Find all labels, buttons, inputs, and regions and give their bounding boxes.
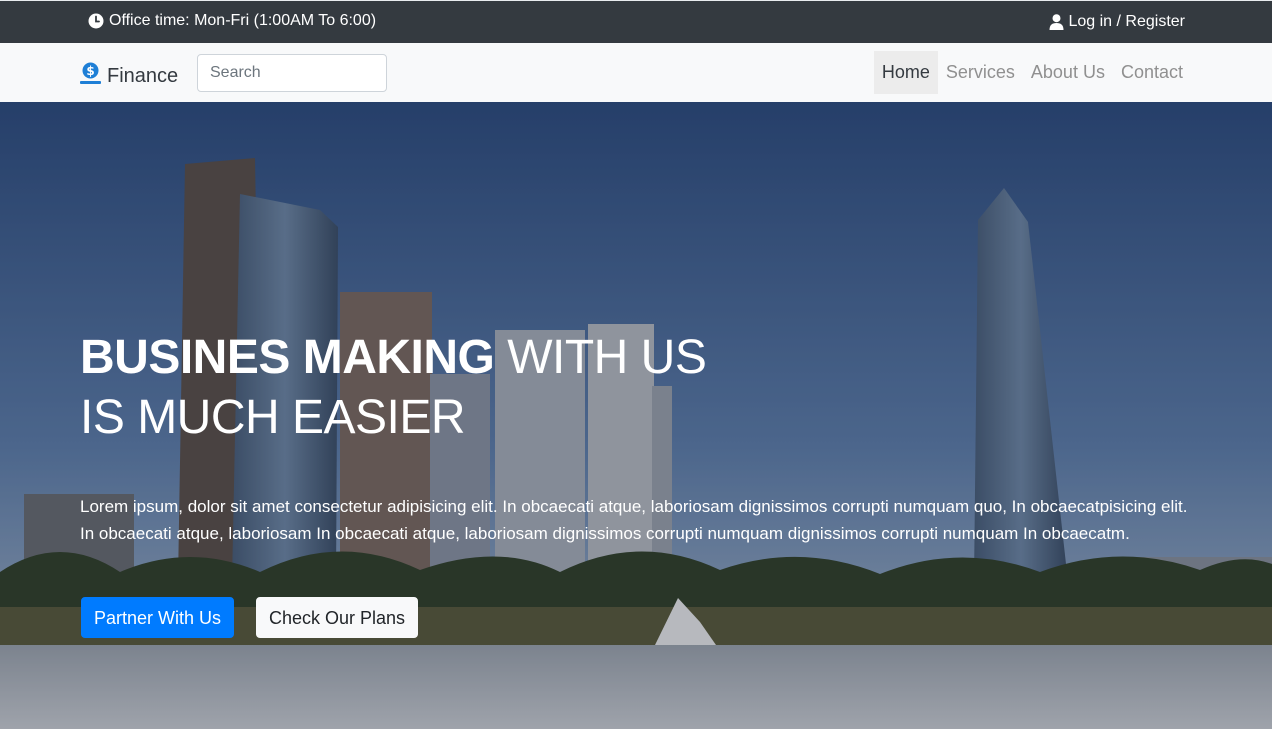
nav-link-contact[interactable]: Contact [1113,51,1191,94]
office-time: Office time: Mon-Fri (1:00AM To 6:00) [88,12,376,30]
brand-logo[interactable]: $ Finance [80,62,178,90]
nav-link-about-us[interactable]: About Us [1023,51,1113,94]
headline-bold: BUSINES MAKING [80,331,495,384]
nav-link-home[interactable]: Home [873,51,938,94]
clock-icon [88,13,104,29]
partner-with-us-button[interactable]: Partner With Us [81,597,235,638]
headline-line2: IS MUCH EASIER [80,391,466,444]
main-navbar: $ Finance Home Services About Us Contact [0,43,1272,102]
nav-links: Home Services About Us Contact [873,51,1191,94]
hero-lead-text: Lorem ipsum, dolor sit amet consectetur … [80,497,1188,543]
office-time-text: Office time: Mon-Fri (1:00AM To 6:00) [109,12,377,29]
dollar-coin-icon: $ [80,62,101,90]
user-icon [1049,14,1064,30]
headline-rest: WITH US [494,331,707,384]
check-our-plans-button[interactable]: Check Our Plans [256,597,419,638]
search-input[interactable] [197,54,387,92]
nav-link-services[interactable]: Services [938,51,1023,94]
svg-text:$: $ [86,64,94,78]
hero-headline: BUSINES MAKING WITH US IS MUCH EASIER [80,328,707,448]
login-register-link[interactable]: Log in / Register [1049,13,1185,31]
hero-section: BUSINES MAKING WITH US IS MUCH EASIER Lo… [0,102,1272,729]
login-register-text: Log in / Register [1068,13,1185,30]
top-info-bar: Office time: Mon-Fri (1:00AM To 6:00) Lo… [0,0,1272,43]
brand-name: Finance [107,64,179,87]
